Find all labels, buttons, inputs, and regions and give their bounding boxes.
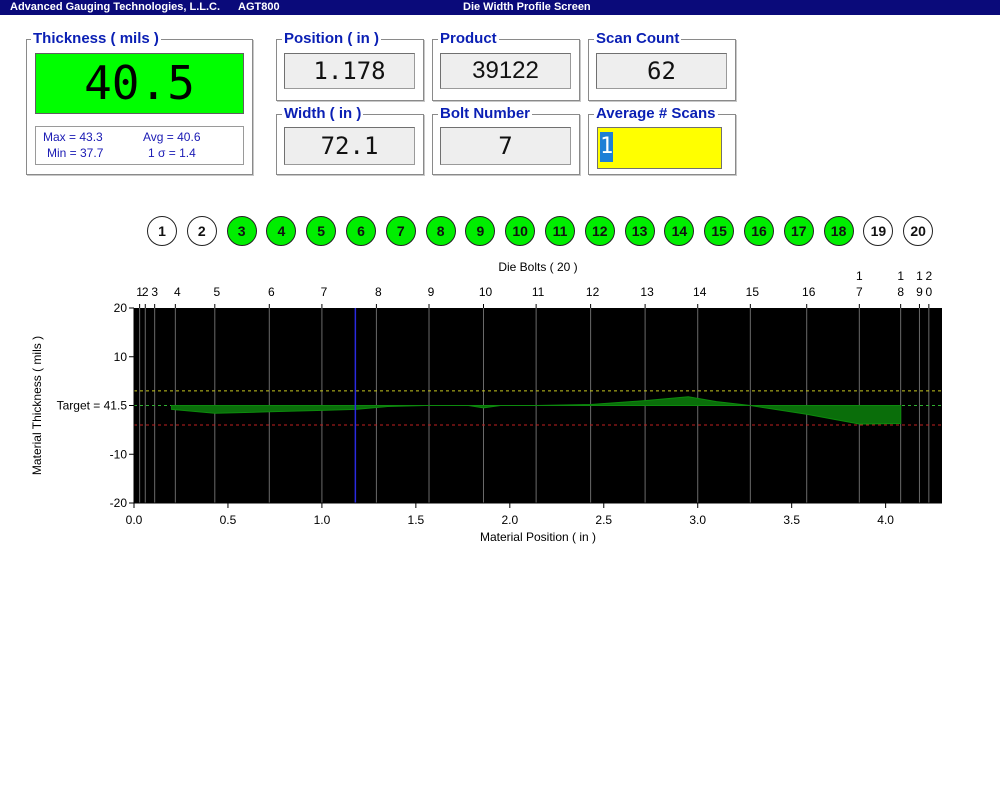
bolt-axis-label-9: 9 bbox=[428, 285, 435, 299]
company-name: Advanced Gauging Technologies, L.L.C. bbox=[10, 1, 221, 13]
thickness-title: Thickness ( mils ) bbox=[31, 30, 161, 47]
x-tick-label: 0.5 bbox=[220, 513, 237, 527]
product-readout: 39122 bbox=[440, 53, 571, 89]
width-value: 72.1 bbox=[320, 132, 379, 160]
bolt-axis-label-13: 13 bbox=[640, 285, 654, 299]
thickness-stats: Max = 43.3 Avg = 40.6 Min = 37.7 1 σ = 1… bbox=[35, 126, 244, 165]
bolt-axis-label-15: 15 bbox=[746, 285, 760, 299]
bolt-axis-label-6: 6 bbox=[268, 285, 275, 299]
bolt-axis-label-18: 1 bbox=[897, 269, 904, 283]
screen-title: Die Width Profile Screen bbox=[463, 1, 591, 13]
max-stat: Max = 43.3 bbox=[43, 130, 103, 144]
bolt-axis-label-16: 16 bbox=[802, 285, 816, 299]
product-panel: Product 39122 bbox=[432, 31, 580, 101]
product-value: 39122 bbox=[472, 57, 539, 84]
bolt-axis-label-19: 1 bbox=[916, 269, 923, 283]
x-tick-label: 0.0 bbox=[126, 513, 143, 527]
x-tick-label: 3.5 bbox=[783, 513, 800, 527]
bolt-axis-label-4: 4 bbox=[174, 285, 181, 299]
x-tick-label: 1.5 bbox=[408, 513, 425, 527]
bolt-axis-label-18-digit2: 8 bbox=[897, 285, 904, 299]
y-tick-label: -10 bbox=[110, 447, 128, 461]
bolt-axis-label-5: 5 bbox=[213, 285, 220, 299]
thickness-panel: Thickness ( mils ) 40.5 Max = 43.3 Avg =… bbox=[26, 31, 253, 175]
die-profile-chart: 2010Target = 41.5-10-200.0 0.5 1.0 1.5 2.0 2.… bbox=[30, 260, 942, 544]
bolt-axis-label-20: 2 bbox=[926, 269, 933, 283]
bolt-number-title: Bolt Number bbox=[438, 105, 532, 122]
average-scans-value: 1 bbox=[600, 132, 613, 162]
bolt-axis-label-8: 8 bbox=[375, 285, 382, 299]
x-tick-label: 1.0 bbox=[314, 513, 331, 527]
x-tick-label: 4.0 bbox=[877, 513, 894, 527]
position-title: Position ( in ) bbox=[282, 30, 381, 47]
chart-title: Die Bolts ( 20 ) bbox=[498, 260, 577, 274]
bolt-axis-label-11: 11 bbox=[532, 285, 545, 299]
scan-count-title: Scan Count bbox=[594, 30, 682, 47]
y-axis-title: Material Thickness ( mils ) bbox=[30, 336, 44, 475]
y-tick-label: 20 bbox=[114, 301, 128, 315]
bolt-axis-label-14: 14 bbox=[693, 285, 707, 299]
average-scans-panel: Average # Scans 1 bbox=[588, 106, 736, 175]
y-tick-label: Target = 41.5 bbox=[57, 399, 128, 413]
bolt-number-value: 7 bbox=[498, 132, 513, 160]
title-bar: Advanced Gauging Technologies, L.L.C. AG… bbox=[0, 0, 1000, 15]
bolt-axis-label-19-digit2: 9 bbox=[916, 285, 923, 299]
y-tick-label: -20 bbox=[110, 496, 128, 510]
average-scans-input[interactable]: 1 bbox=[597, 127, 722, 169]
width-panel: Width ( in ) 72.1 bbox=[276, 106, 424, 175]
bolt-axis-label-12: 12 bbox=[586, 285, 600, 299]
bolt-axis-label-3: 3 bbox=[151, 285, 158, 299]
bolt-axis-label-7: 7 bbox=[321, 285, 328, 299]
position-readout: 1.178 bbox=[284, 53, 415, 89]
x-axis-title: Material Position ( in ) bbox=[480, 530, 596, 544]
model-name: AGT800 bbox=[238, 1, 280, 13]
bolt-axis-label-17: 1 bbox=[856, 269, 863, 283]
thickness-value: 40.5 bbox=[84, 56, 195, 110]
bolt-axis-label-2: 2 bbox=[142, 285, 149, 299]
y-tick-label: 10 bbox=[114, 350, 128, 364]
bolt-axis-label-20-digit2: 0 bbox=[926, 285, 933, 299]
bolt-axis-label-17-digit2: 7 bbox=[856, 285, 863, 299]
min-stat: Min = 37.7 bbox=[47, 146, 104, 160]
average-scans-title: Average # Scans bbox=[594, 105, 718, 122]
bolt-number-panel: Bolt Number 7 bbox=[432, 106, 580, 175]
bolt-axis-label-10: 10 bbox=[479, 285, 493, 299]
bolt-number-readout: 7 bbox=[440, 127, 571, 165]
x-tick-label: 2.5 bbox=[595, 513, 612, 527]
scan-count-panel: Scan Count 62 bbox=[588, 31, 736, 101]
x-tick-label: 3.0 bbox=[689, 513, 706, 527]
position-panel: Position ( in ) 1.178 bbox=[276, 31, 424, 101]
sigma-stat: 1 σ = 1.4 bbox=[148, 146, 196, 160]
width-readout: 72.1 bbox=[284, 127, 415, 165]
product-title: Product bbox=[438, 30, 499, 47]
avg-stat: Avg = 40.6 bbox=[143, 130, 201, 144]
scan-count-value: 62 bbox=[647, 57, 676, 85]
position-value: 1.178 bbox=[313, 57, 386, 85]
thickness-display: 40.5 bbox=[35, 53, 244, 114]
x-tick-label: 2.0 bbox=[501, 513, 518, 527]
scan-count-readout: 62 bbox=[596, 53, 727, 89]
width-title: Width ( in ) bbox=[282, 105, 364, 122]
